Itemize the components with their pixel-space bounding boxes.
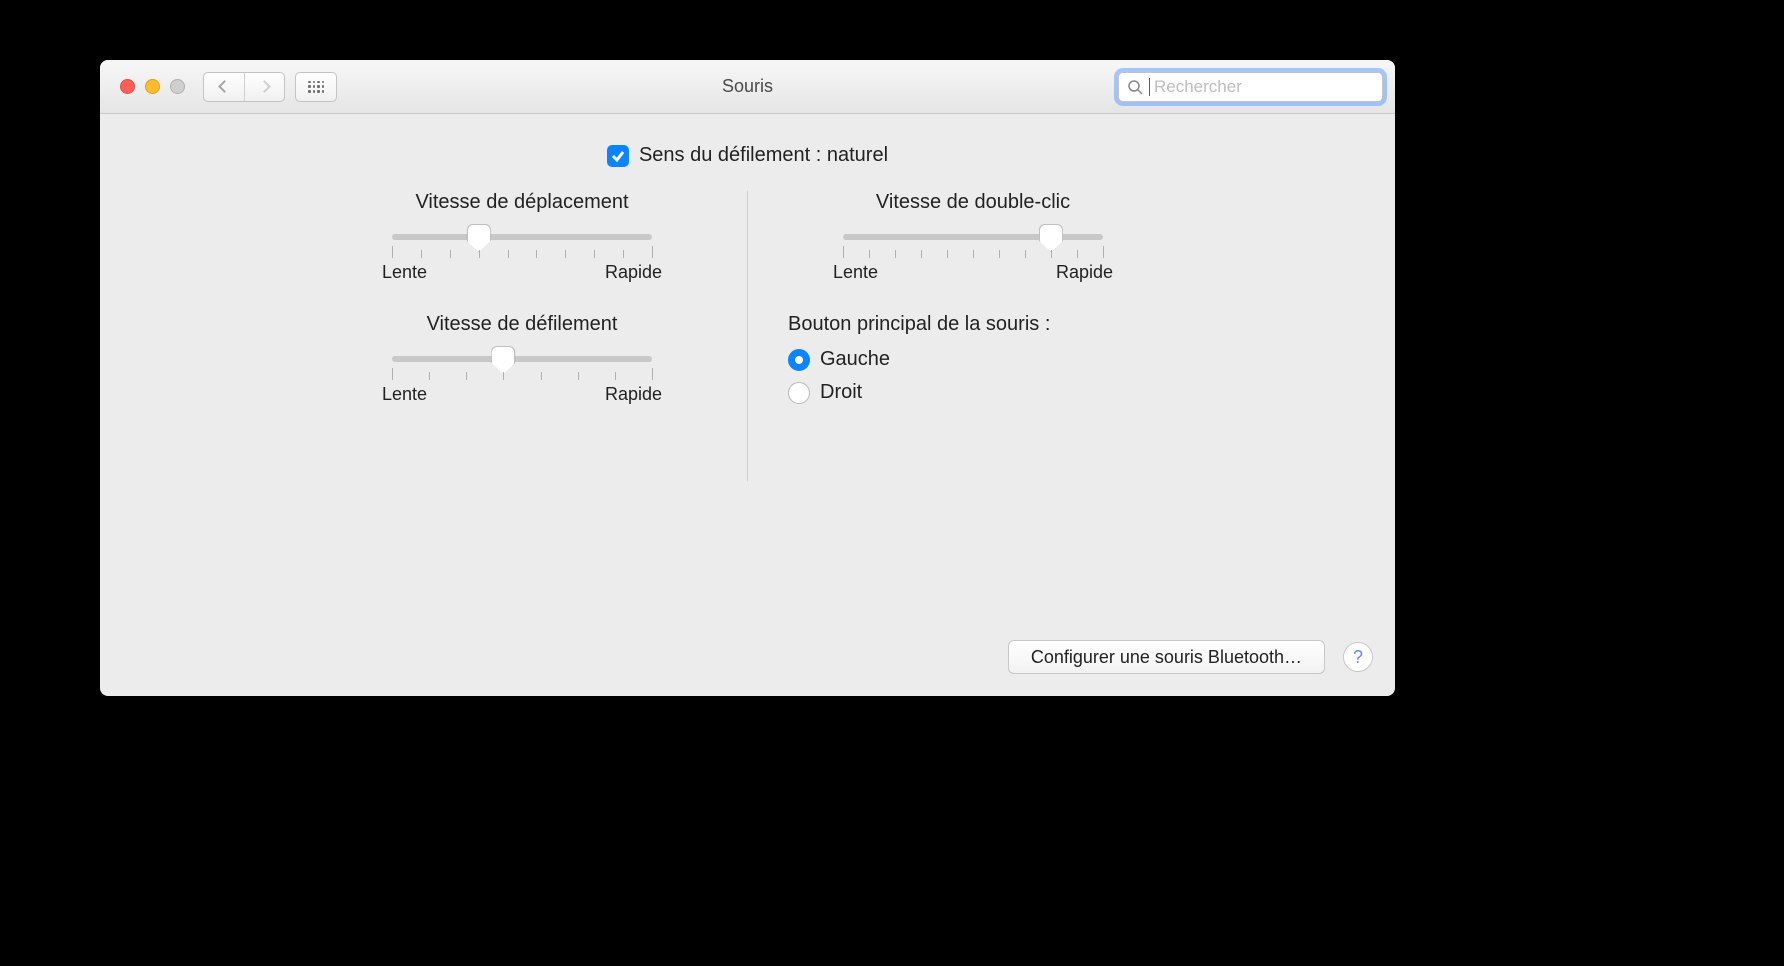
scrolling-speed-slider[interactable] xyxy=(392,356,652,362)
search-placeholder: Rechercher xyxy=(1154,77,1242,97)
primary-button-title: Bouton principal de la souris : xyxy=(788,313,1168,336)
scroll-direction-label: Sens du défilement : naturel xyxy=(639,144,888,167)
scrolling-speed-block: Vitesse de défilement Lente Rapide xyxy=(327,313,717,405)
check-icon xyxy=(611,149,625,163)
primary-button-left-label: Gauche xyxy=(820,348,890,371)
titlebar: Souris Rechercher xyxy=(100,60,1395,114)
scrolling-speed-labels: Lente Rapide xyxy=(382,384,662,405)
scroll-direction-checkbox[interactable] xyxy=(607,145,629,167)
primary-button-right-radio[interactable] xyxy=(788,382,810,404)
doubleclick-speed-ticks xyxy=(843,246,1103,258)
doubleclick-speed-labels: Lente Rapide xyxy=(833,262,1113,283)
grid-icon xyxy=(308,81,324,93)
minimize-window-button[interactable] xyxy=(145,79,160,94)
doubleclick-speed-title: Vitesse de double-clic xyxy=(778,191,1168,214)
search-icon xyxy=(1127,79,1143,95)
close-window-button[interactable] xyxy=(120,79,135,94)
primary-button-right-row: Droit xyxy=(788,381,1168,404)
mouse-preferences-window: Souris Rechercher Sens du défilement : n… xyxy=(100,60,1395,696)
text-caret xyxy=(1149,78,1150,96)
primary-button-left-row: Gauche xyxy=(788,348,1168,371)
primary-button-right-label: Droit xyxy=(820,381,862,404)
doubleclick-max-label: Rapide xyxy=(1056,262,1113,283)
show-all-button[interactable] xyxy=(296,73,336,101)
help-button[interactable]: ? xyxy=(1343,642,1373,672)
doubleclick-speed-block: Vitesse de double-clic Lente Rapide xyxy=(778,191,1168,283)
back-button[interactable] xyxy=(204,73,244,101)
columns: Vitesse de déplacement Lente Rapide Vite… xyxy=(140,191,1355,481)
tracking-speed-title: Vitesse de déplacement xyxy=(327,191,717,214)
tracking-speed-slider[interactable] xyxy=(392,234,652,240)
primary-button-left-radio[interactable] xyxy=(788,349,810,371)
doubleclick-min-label: Lente xyxy=(833,262,878,283)
chevron-left-icon xyxy=(218,80,231,93)
footer: Configurer une souris Bluetooth… ? xyxy=(1008,640,1373,674)
scrolling-max-label: Rapide xyxy=(605,384,662,405)
tracking-speed-ticks xyxy=(392,246,652,258)
search-field[interactable]: Rechercher xyxy=(1118,72,1383,102)
configure-bluetooth-button[interactable]: Configurer une souris Bluetooth… xyxy=(1008,640,1325,674)
scrolling-speed-title: Vitesse de défilement xyxy=(327,313,717,336)
scrolling-min-label: Lente xyxy=(382,384,427,405)
nav-buttons xyxy=(203,72,285,102)
window-controls xyxy=(120,79,185,94)
forward-button[interactable] xyxy=(244,73,284,101)
left-column: Vitesse de déplacement Lente Rapide Vite… xyxy=(327,191,717,481)
content-area: Sens du défilement : naturel Vitesse de … xyxy=(100,114,1395,481)
doubleclick-speed-slider[interactable] xyxy=(843,234,1103,240)
right-column: Vitesse de double-clic Lente Rapide Bout… xyxy=(778,191,1168,481)
show-all-button-group xyxy=(295,72,337,102)
tracking-speed-block: Vitesse de déplacement Lente Rapide xyxy=(327,191,717,283)
scroll-direction-row: Sens du défilement : naturel xyxy=(140,144,1355,167)
tracking-max-label: Rapide xyxy=(605,262,662,283)
tracking-min-label: Lente xyxy=(382,262,427,283)
chevron-right-icon xyxy=(258,80,271,93)
scrolling-speed-ticks xyxy=(392,368,652,380)
primary-button-section: Bouton principal de la souris : Gauche D… xyxy=(778,313,1168,404)
column-divider xyxy=(747,191,748,481)
zoom-window-button[interactable] xyxy=(170,79,185,94)
tracking-speed-labels: Lente Rapide xyxy=(382,262,662,283)
